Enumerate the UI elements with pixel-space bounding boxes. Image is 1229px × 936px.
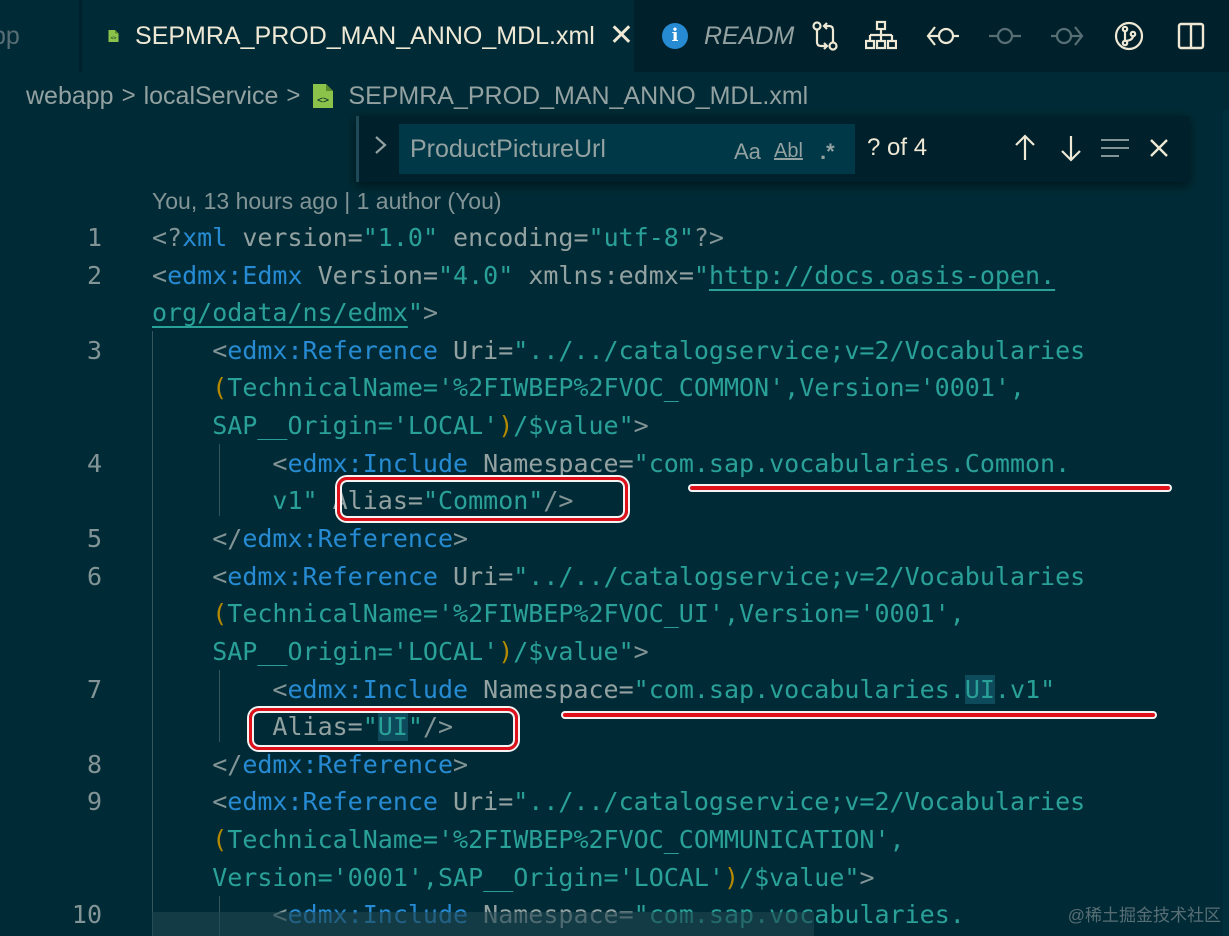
code-line[interactable]: </edmx:Reference> — [152, 524, 468, 553]
code-line[interactable]: <edmx:Reference Uri="../../catalogservic… — [152, 336, 1085, 365]
code-line-wrapped[interactable]: (TechnicalName='%2FIWBEP%2FVOC_COMMON',V… — [152, 373, 1025, 402]
find-input[interactable]: ProductPictureUrl Aa Abl .* — [399, 124, 855, 174]
annotation-underline-ui-namespace — [563, 713, 1155, 717]
line-number: 10 — [71, 900, 102, 929]
code-line-wrapped[interactable]: (TechnicalName='%2FIWBEP%2FVOC_COMMUNICA… — [152, 825, 904, 854]
code-line-wrapped[interactable]: SAP__Origin='LOCAL')/$value"> — [152, 411, 649, 440]
annotation-underline-common-namespace — [690, 486, 1170, 490]
breadcrumb-item-webapp[interactable]: webapp — [26, 82, 114, 111]
line-number: 7 — [86, 675, 102, 704]
tab-readme[interactable]: i READM — [636, 0, 796, 72]
code-line-wrapped[interactable]: (TechnicalName='%2FIWBEP%2FVOC_UI',Versi… — [152, 599, 965, 628]
find-input-value: ProductPictureUrl — [410, 135, 606, 163]
codelens-git-blame[interactable]: You, 13 hours ago | 1 author (You) — [152, 188, 502, 215]
arrow-up-icon[interactable] — [1009, 130, 1041, 166]
vertical-scrollbar[interactable] — [1223, 110, 1229, 936]
code-line[interactable]: <?xml version="1.0" encoding="utf-8"?> — [152, 223, 724, 252]
match-count: ? of 4 — [867, 134, 928, 161]
info-icon: i — [662, 23, 688, 49]
code-editor[interactable]: You, 13 hours ago | 1 author (You) 1 2 3… — [0, 186, 1229, 936]
code-line[interactable]: </edmx:Reference> — [152, 750, 468, 779]
code-line[interactable]: <edmx:Include Namespace="com.sap.vocabul… — [152, 449, 1070, 478]
line-number: 3 — [86, 336, 102, 365]
svg-text:<>: <> — [317, 95, 329, 106]
code-line-wrapped[interactable]: Version='0001',SAP__Origin='LOCAL')/$val… — [152, 863, 874, 892]
whole-word-toggle[interactable]: Abl — [774, 140, 803, 163]
annotation-box-common-alias — [337, 477, 628, 521]
breadcrumb-item-file[interactable]: SEPMRA_PROD_MAN_ANNO_MDL.xml — [348, 82, 808, 111]
toggle-replace-chevron-icon[interactable] — [373, 132, 389, 165]
regex-toggle[interactable]: .* — [820, 139, 835, 165]
code-line-wrapped[interactable]: SAP__Origin='LOCAL')/$value"> — [152, 637, 649, 666]
xml-file-icon: <> — [313, 84, 334, 108]
close-icon[interactable]: ✕ — [609, 21, 634, 51]
line-number: 6 — [86, 562, 102, 591]
tab-previous-label: pp — [0, 21, 20, 50]
code-line[interactable]: <edmx:Include Namespace="com.sap.vocabul… — [152, 675, 1055, 704]
xml-file-icon: <> — [108, 29, 119, 43]
line-number: 9 — [86, 787, 102, 816]
horizontal-scrollbar[interactable] — [152, 912, 814, 936]
line-number: 2 — [86, 261, 102, 290]
breadcrumb: webapp > localService > <> SEPMRA_PROD_M… — [26, 76, 808, 116]
split-editor-icon[interactable] — [1160, 0, 1222, 72]
code-line[interactable]: <edmx:Reference Uri="../../catalogservic… — [152, 787, 1085, 816]
commit-node-icon[interactable] — [974, 0, 1036, 72]
go-back-change-icon[interactable] — [912, 0, 974, 72]
code-line-wrapped[interactable]: org/odata/ns/edmx"> — [152, 298, 438, 327]
annotation-box-ui-alias — [249, 708, 518, 750]
tab-readme-label: READM — [704, 21, 795, 50]
tab-previous[interactable]: pp — [0, 0, 80, 72]
match-case-toggle[interactable]: Aa — [734, 139, 761, 165]
tab-bar: pp <> SEPMRA_PROD_MAN_ANNO_MDL.xml ✕ i R… — [0, 0, 1229, 72]
tab-active-label: SEPMRA_PROD_MAN_ANNO_MDL.xml — [135, 21, 595, 50]
git-lens-icon[interactable] — [1098, 0, 1160, 72]
go-forward-change-icon[interactable] — [1036, 0, 1098, 72]
tab-active-xml[interactable]: <> SEPMRA_PROD_MAN_ANNO_MDL.xml ✕ — [82, 0, 634, 72]
find-widget: ProductPictureUrl Aa Abl .* ? of 4 — [356, 116, 1189, 182]
code-line[interactable]: <edmx:Reference Uri="../../catalogservic… — [152, 562, 1085, 591]
close-icon[interactable] — [1143, 130, 1175, 166]
source-control-graph-icon[interactable] — [850, 0, 912, 72]
find-in-selection-icon[interactable] — [1099, 130, 1131, 166]
svg-text:<>: <> — [111, 36, 117, 42]
editor-toolbar — [800, 0, 1222, 72]
chevron-right-icon: > — [286, 82, 301, 109]
chevron-right-icon: > — [121, 82, 136, 109]
breadcrumb-item-localservice[interactable]: localService — [144, 82, 279, 111]
arrow-down-icon[interactable] — [1055, 130, 1087, 166]
line-number: 5 — [86, 524, 102, 553]
code-line[interactable]: <edmx:Edmx Version="4.0" xmlns:edmx="htt… — [152, 261, 1055, 290]
line-number: 1 — [86, 223, 102, 252]
line-number: 8 — [86, 750, 102, 779]
compare-changes-icon[interactable] — [800, 0, 850, 72]
line-number: 4 — [86, 449, 102, 478]
watermark-text: @稀土掘金技术社区 — [1067, 906, 1221, 925]
